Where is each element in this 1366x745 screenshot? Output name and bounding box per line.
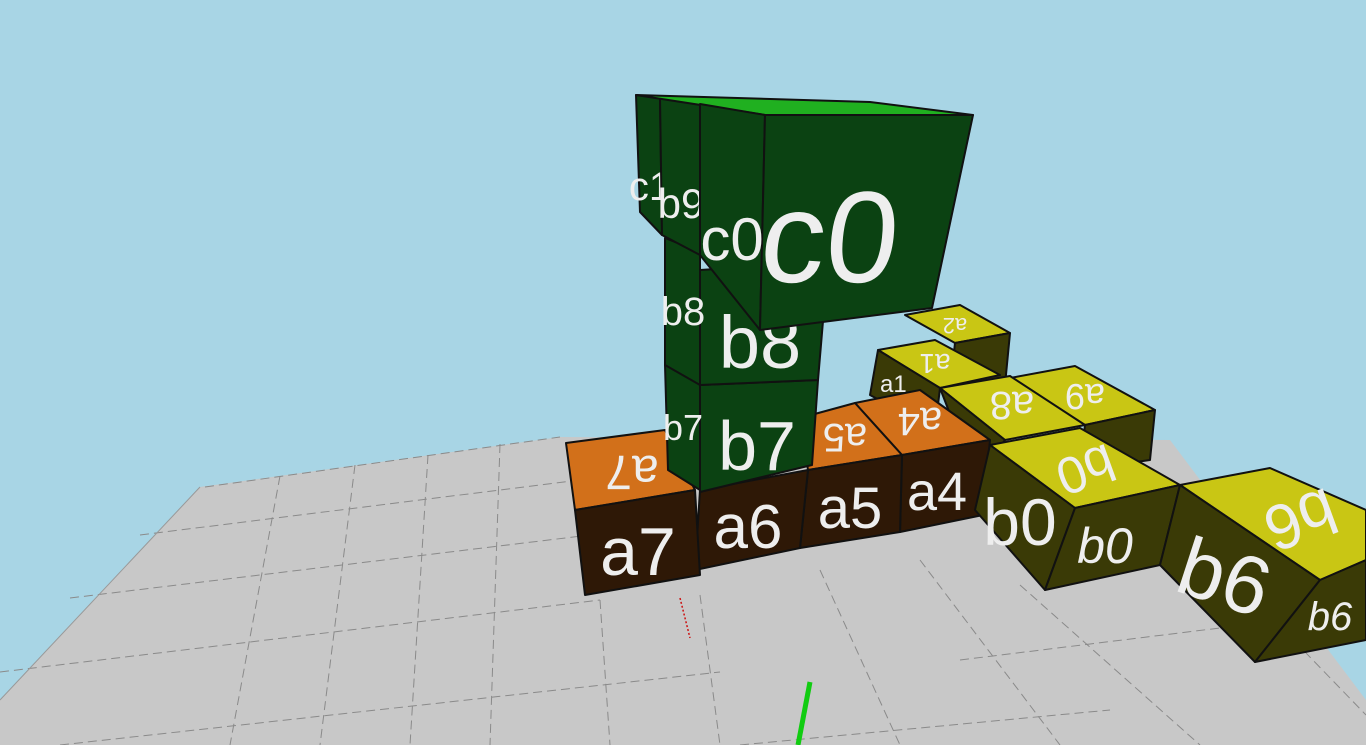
- block-a8-top-label: a8: [990, 383, 1035, 427]
- block-c0-side-label: c0: [700, 206, 763, 273]
- block-a7-top-label: a7: [605, 445, 658, 498]
- block-a6-label: a6: [714, 493, 783, 562]
- block-b0-label: b0: [983, 485, 1056, 559]
- block-a2-top-label: a2: [943, 313, 967, 338]
- 3d-viewport[interactable]: a2 a1 a1 a9 a8 a4 a4 a5 a5 a6 a7 a7 b0 b…: [0, 0, 1366, 745]
- block-a4-label: a4: [907, 462, 967, 522]
- block-b0-side-label: b0: [1077, 518, 1133, 574]
- block-b9[interactable]: b9: [658, 97, 705, 256]
- block-a5-top-label: a5: [823, 415, 868, 459]
- block-a4-top-label: a4: [898, 399, 943, 443]
- block-c0-label: c0: [754, 164, 907, 310]
- block-b9-label: b9: [658, 180, 705, 227]
- block-a9-top-label: a9: [1065, 376, 1105, 417]
- block-a7-label: a7: [600, 514, 676, 590]
- block-a1-top-label: a1: [919, 348, 950, 379]
- block-b7-side-label: b7: [663, 407, 703, 448]
- block-b6-side-label: b6: [1308, 595, 1353, 639]
- block-a5-label: a5: [818, 476, 883, 541]
- block-b8-side-label: b8: [661, 290, 706, 334]
- block-b7-label: b7: [718, 407, 796, 485]
